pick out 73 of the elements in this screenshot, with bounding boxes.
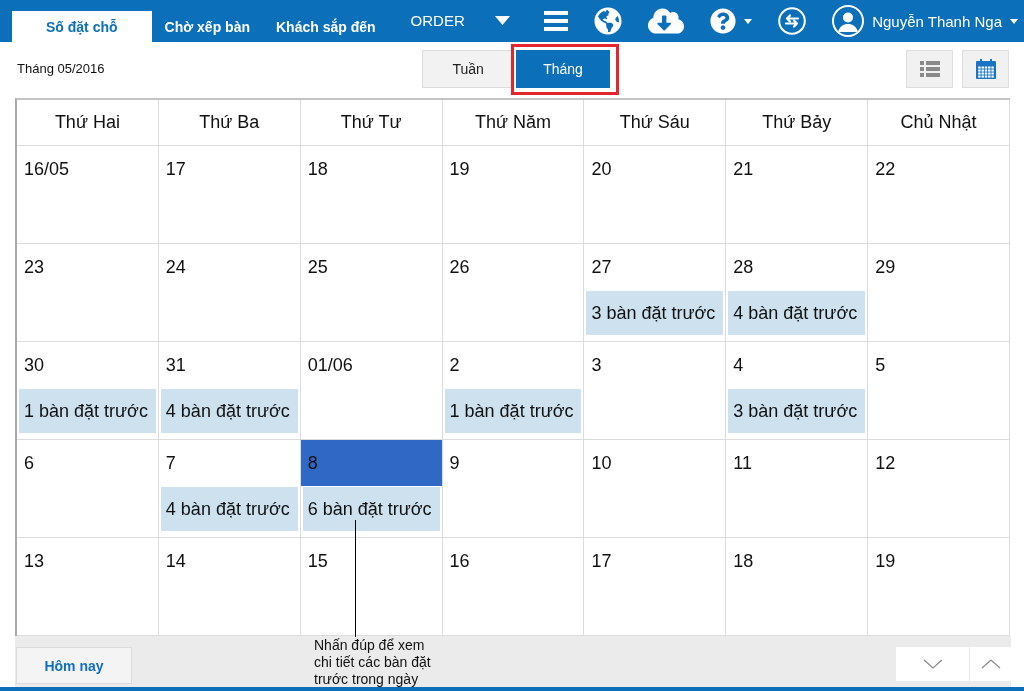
user-avatar-icon[interactable] (832, 5, 865, 37)
weekday-header: Thứ Hai (17, 100, 159, 146)
day-number[interactable]: 16 (442, 538, 474, 584)
user-menu[interactable]: Nguyễn Thanh Nga (832, 5, 1018, 37)
chevron-up-icon (980, 659, 1001, 669)
day-number[interactable]: 26 (442, 244, 474, 290)
day-number[interactable]: 12 (868, 440, 900, 486)
day-number[interactable]: 01/06 (300, 342, 357, 388)
day-number[interactable]: 6 (17, 440, 38, 486)
day-number[interactable]: 15 (300, 538, 332, 584)
day-number[interactable]: 21 (726, 146, 758, 192)
day-number[interactable]: 24 (158, 244, 190, 290)
order-menu[interactable]: ORDER (410, 5, 510, 35)
day-number[interactable]: 5 (868, 342, 890, 388)
day-number[interactable]: 4 (726, 342, 748, 388)
swap-arrows-icon[interactable] (778, 7, 807, 35)
day-number[interactable]: 20 (584, 146, 616, 192)
day-number[interactable]: 19 (868, 538, 900, 584)
day-number[interactable]: 16/05 (17, 146, 74, 192)
day-number[interactable]: 18 (726, 538, 758, 584)
booking-chip[interactable]: 3 bàn đặt trước (728, 389, 866, 433)
weekday-header: Thứ Ba (158, 100, 301, 146)
day-number[interactable]: 23 (17, 244, 49, 290)
day-number[interactable]: 29 (868, 244, 900, 290)
chevron-down-icon (922, 659, 943, 669)
day-number[interactable]: 31 (158, 342, 190, 388)
weekday-header: Thứ Sáu (584, 100, 727, 146)
day-number[interactable]: 25 (300, 244, 332, 290)
day-number[interactable]: 18 (300, 146, 332, 192)
today-button[interactable]: Hôm nay (16, 647, 132, 684)
caret-icon[interactable] (1010, 18, 1018, 24)
period-label: Tháng 05/2016 (17, 60, 105, 78)
day-number[interactable]: 9 (442, 440, 464, 486)
day-number[interactable]: 3 (584, 342, 606, 388)
booking-chip[interactable]: 4 bàn đặt trước (160, 487, 298, 531)
nav-tab[interactable]: Khách sắp đến (263, 11, 389, 42)
booking-chip[interactable]: 4 bàn đặt trước (728, 291, 866, 335)
day-number[interactable]: 7 (158, 440, 180, 486)
globe-icon[interactable] (594, 7, 623, 35)
booking-chip[interactable]: 1 bàn đặt trước (19, 389, 156, 433)
day-number[interactable]: 13 (17, 538, 49, 584)
nav-tab[interactable]: Chờ xếp bàn (151, 11, 263, 42)
day-number[interactable]: 28 (726, 244, 758, 290)
list-icon (919, 61, 940, 77)
day-number[interactable]: 17 (584, 538, 616, 584)
calendar-icon (975, 59, 996, 79)
booking-chip[interactable]: 4 bàn đặt trước (160, 389, 298, 433)
caret-icon[interactable] (494, 15, 510, 25)
day-number[interactable]: 11 (726, 440, 756, 486)
day-number[interactable]: 14 (158, 538, 190, 584)
booking-chip[interactable]: 6 bàn đặt trước (302, 487, 440, 531)
weekday-header: Thứ Tư (300, 100, 443, 146)
caret-icon[interactable] (744, 18, 753, 24)
day-number[interactable]: 10 (584, 440, 616, 486)
day-number[interactable]: 8 (300, 440, 442, 486)
callout-text: Nhấn đúp để xem chi tiết các bàn đặt trước trong ngày (314, 637, 432, 688)
day-number[interactable]: 2 (442, 342, 464, 388)
day-number[interactable]: 30 (17, 342, 49, 388)
day-number[interactable]: 17 (158, 146, 190, 192)
day-number[interactable]: 22 (868, 146, 900, 192)
weekday-header: Chủ Nhật (868, 100, 1010, 146)
menu-icon[interactable] (544, 11, 569, 31)
weekday-header: Thứ Năm (442, 100, 585, 146)
view-toggle[interactable]: Tháng (516, 50, 610, 88)
day-number[interactable]: 19 (442, 146, 474, 192)
list-view-button[interactable] (906, 50, 953, 88)
booking-chip[interactable]: 1 bàn đặt trước (444, 389, 582, 433)
booking-chip[interactable]: 3 bàn đặt trước (586, 291, 724, 335)
calendar-view-button[interactable] (962, 50, 1009, 88)
weekday-header: Thứ Bảy (726, 100, 869, 146)
nav-tab[interactable]: Số đặt chỗ (12, 11, 152, 42)
help-icon[interactable] (710, 8, 737, 34)
day-number[interactable]: 27 (584, 244, 616, 290)
